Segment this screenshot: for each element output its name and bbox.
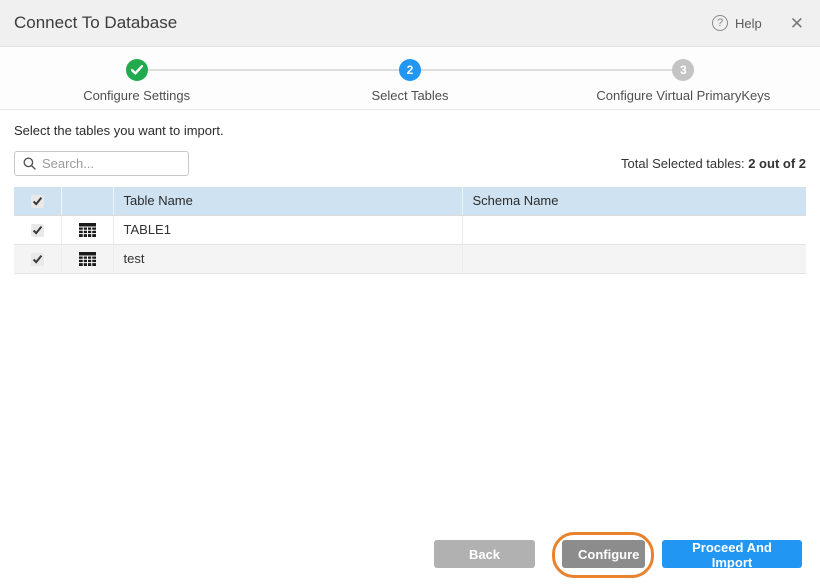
row-checkbox[interactable] [31,224,44,237]
table-row[interactable]: TABLE1 [14,215,806,244]
schema-name-cell [462,215,806,244]
step-select-tables: 2 Select Tables [273,47,546,109]
total-selected-value: 2 out of 2 [748,156,806,171]
step-configure-settings: Configure Settings [0,47,273,109]
select-all-checkbox[interactable] [31,195,44,208]
search-icon [23,157,36,170]
step1-completed-indicator [126,59,148,81]
back-button[interactable]: Back [434,540,535,568]
close-icon[interactable]: ✕ [790,15,804,32]
tables-list: Table Name Schema Name [14,187,806,274]
help-label: Help [735,16,762,31]
step3-number: 3 [672,59,694,81]
help-button[interactable]: ? Help [712,15,762,31]
proceed-and-import-button[interactable]: Proceed And Import [662,540,802,568]
table-grid-icon [79,223,96,237]
icon-column-header [61,187,113,215]
footer-actions: Back Configure Proceed And Import [0,524,820,584]
step1-label: Configure Settings [83,88,190,103]
step2-label: Select Tables [371,88,448,103]
configure-button[interactable]: Configure [562,540,645,568]
total-selected-tables: Total Selected tables: 2 out of 2 [621,156,806,171]
step3-label: Configure Virtual PrimaryKeys [596,88,770,103]
dialog-title: Connect To Database [14,13,712,33]
step-configure-virtual-primarykeys: 3 Configure Virtual PrimaryKeys [547,47,820,109]
total-selected-label: Total Selected tables: [621,156,748,171]
help-icon: ? [712,15,728,31]
column-header-schema-name: Schema Name [462,187,806,215]
search-input[interactable] [42,156,180,171]
search-box[interactable] [14,151,189,176]
schema-name-cell [462,244,806,273]
table-grid-icon [79,252,96,266]
table-header-row: Table Name Schema Name [14,187,806,215]
row-checkbox[interactable] [31,253,44,266]
column-header-table-name: Table Name [113,187,462,215]
step2-number: 2 [399,59,421,81]
instruction-text: Select the tables you want to import. [14,123,806,138]
check-icon [131,65,143,75]
table-name-cell: test [113,244,462,273]
stepper: Configure Settings 2 Select Tables 3 Con… [0,47,820,110]
table-name-cell: TABLE1 [113,215,462,244]
table-row[interactable]: test [14,244,806,273]
dialog-titlebar: Connect To Database ? Help ✕ [0,0,820,47]
